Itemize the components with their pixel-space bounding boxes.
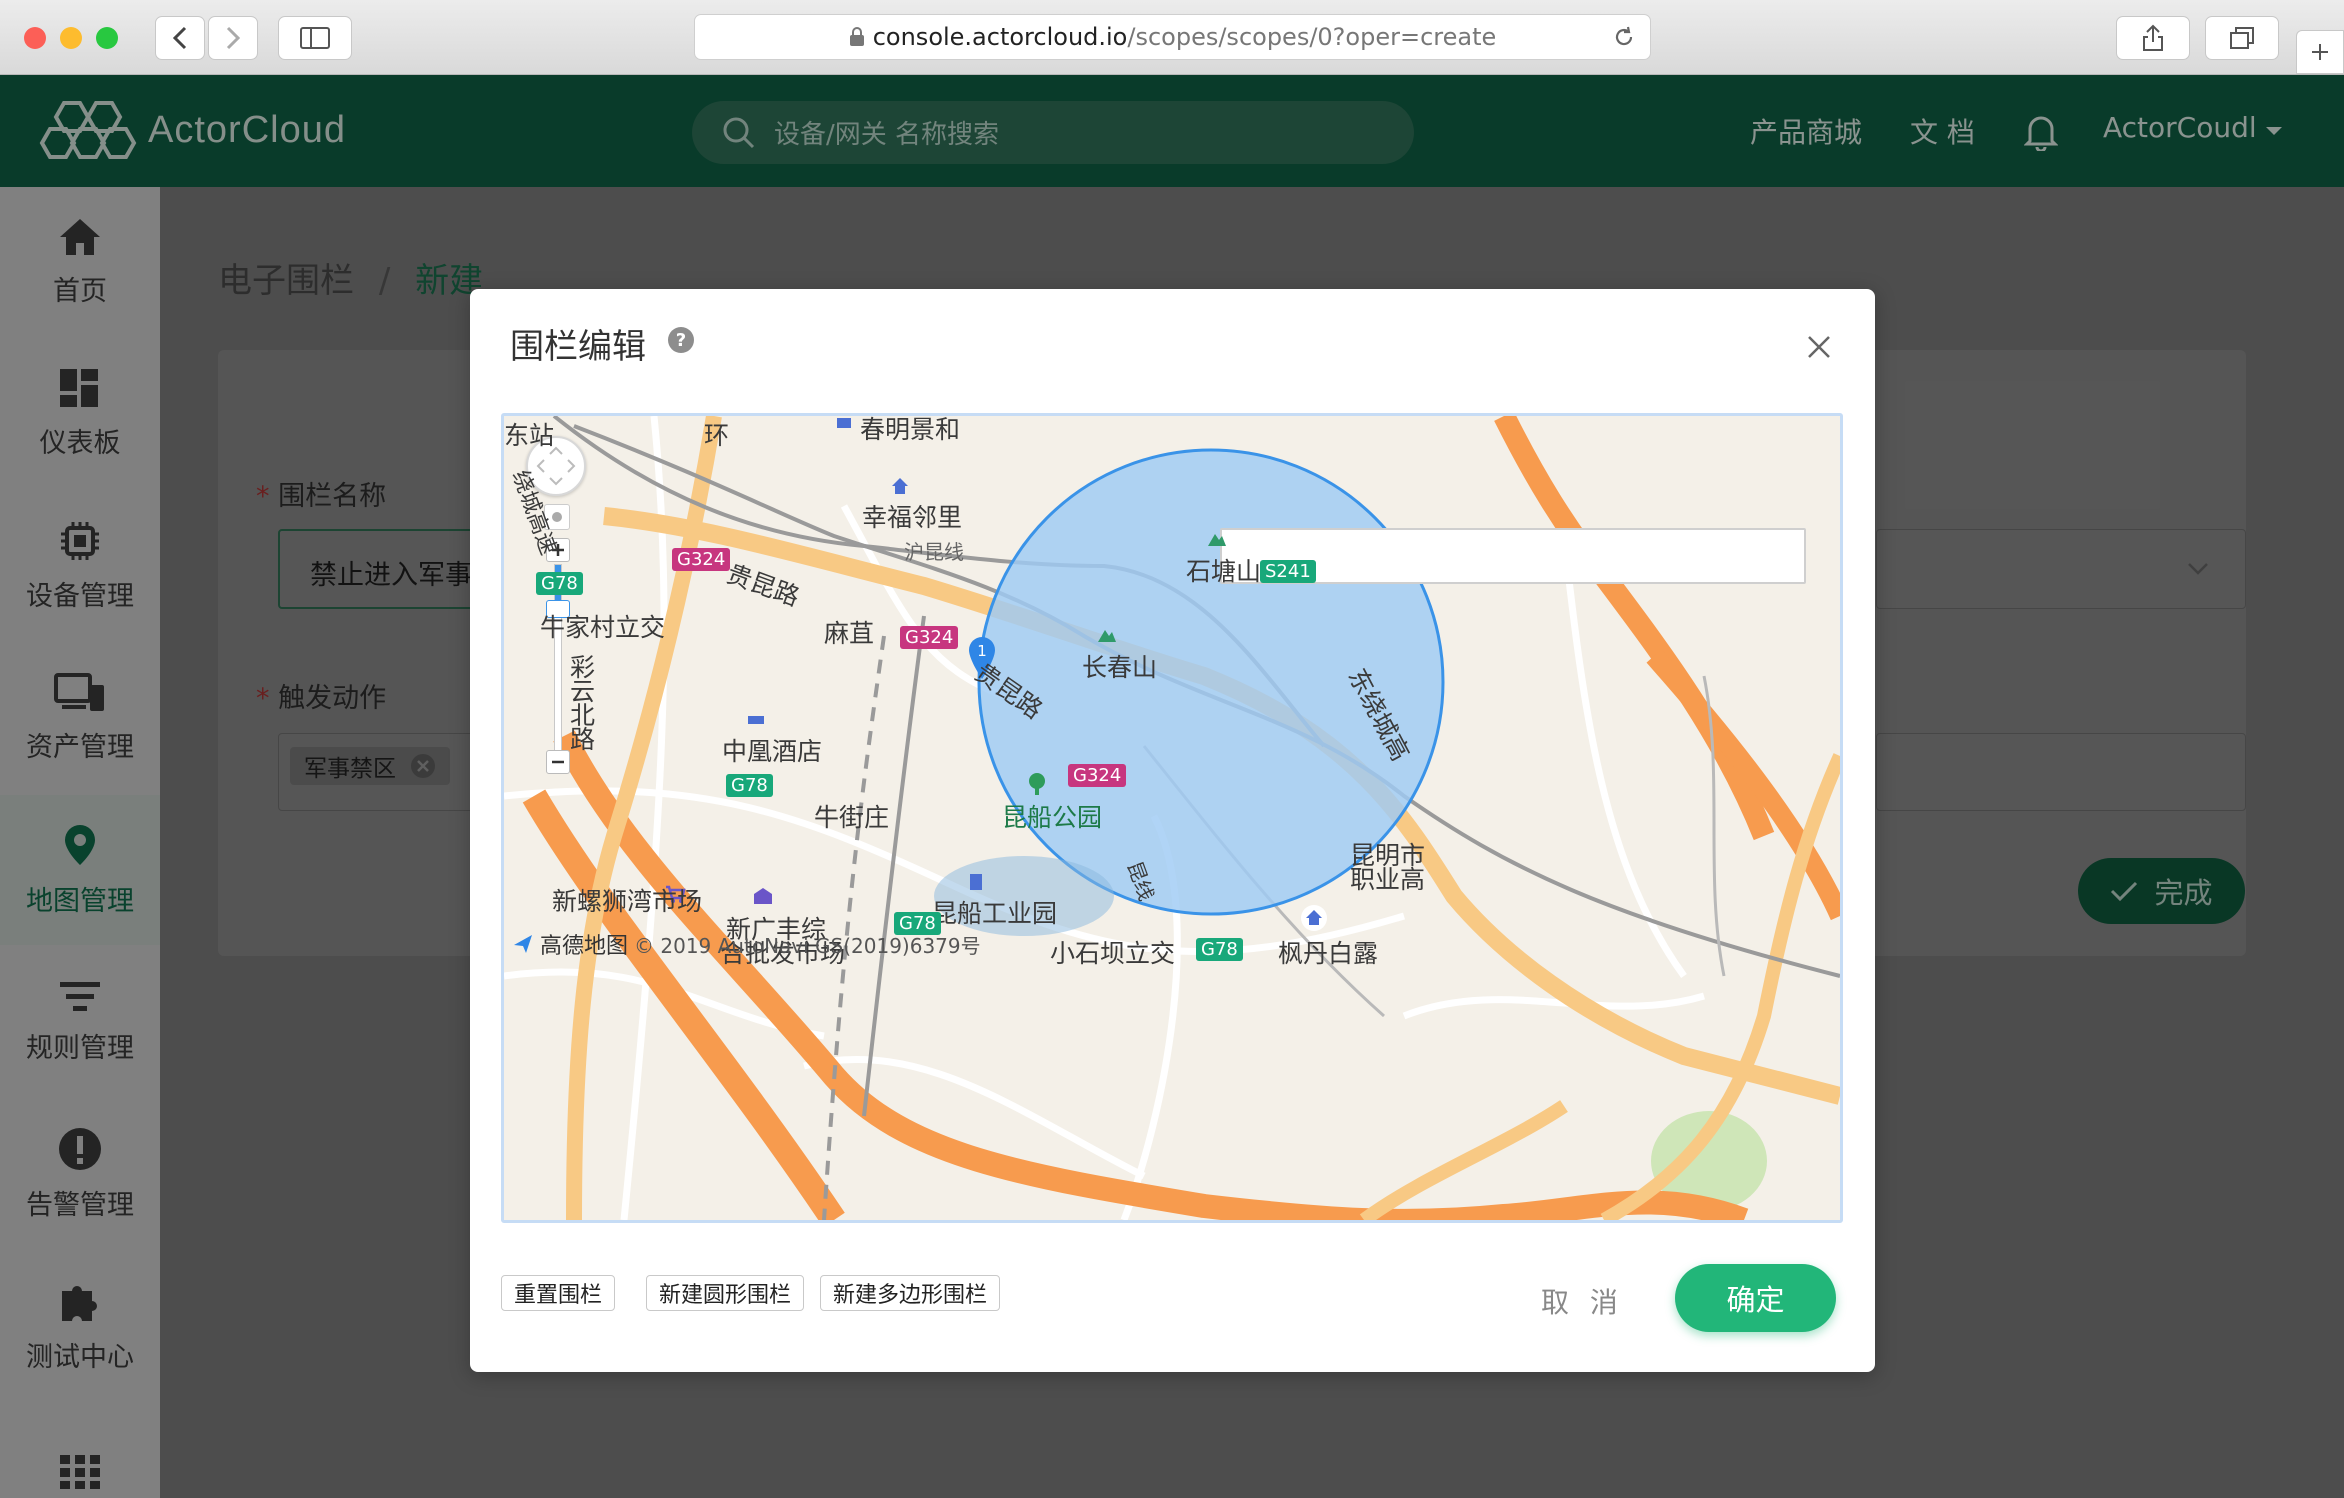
new-tab-button[interactable] [2296, 30, 2344, 74]
mountain-poi-icon [1098, 630, 1116, 642]
browser-toolbar: console.actorcloud.io/scopes/scopes/0?op… [0, 0, 2344, 75]
map-label: 麻苴 [824, 619, 875, 648]
road-shield: G324 [672, 548, 731, 571]
new-polygon-fence-button[interactable]: 新建多边形围栏 [820, 1275, 1001, 1311]
chevron-right-icon [226, 26, 240, 50]
zoom-out-button[interactable] [546, 750, 570, 774]
map-copyright: © 2019 AutoNavi GS(2019)6379号 [634, 933, 981, 958]
back-button[interactable] [155, 16, 205, 60]
lock-icon [849, 27, 864, 46]
map-label: 新螺狮湾市场 [552, 887, 703, 916]
fence-editor-dialog: 围栏编辑 ? 1 东站 环 春明景和 幸福邻里 沪昆线 贵昆路 麻苴 贵昆路 长… [470, 289, 1875, 1372]
close-icon[interactable] [1805, 333, 1833, 361]
map-label: 昆船公园 [1002, 803, 1103, 832]
forward-button[interactable] [208, 16, 258, 60]
home-poi-icon [1301, 905, 1327, 931]
map-label: 环 [704, 421, 730, 450]
close-window-button[interactable] [24, 27, 46, 49]
map-brand: 高德地图 [540, 934, 629, 959]
building-poi-icon [970, 874, 982, 890]
road-shield: G324 [1068, 764, 1127, 787]
zoom-window-button[interactable] [96, 27, 118, 49]
confirm-button[interactable]: 确定 [1675, 1264, 1836, 1332]
park-tree-icon [1029, 773, 1045, 795]
minus-icon [552, 760, 564, 764]
road-shield: S241 [1260, 560, 1316, 583]
share-icon [2143, 24, 2163, 51]
map-label: 石塘山 [1186, 557, 1262, 586]
new-circle-fence-button[interactable]: 新建圆形围栏 [646, 1275, 805, 1311]
tabs-icon [2230, 27, 2254, 49]
map-label: 中凰酒店 [722, 737, 823, 766]
map-label: 小石坝立交 [1050, 939, 1176, 968]
map-label: 职业高 [1350, 865, 1426, 894]
road-shield: G78 [1196, 938, 1243, 961]
map-label: 长春山 [1082, 653, 1158, 682]
amap-logo-icon [514, 935, 532, 953]
map-label: 春明景和 [860, 415, 961, 444]
hotel-poi-icon [748, 716, 764, 724]
sidebar-icon [300, 27, 330, 49]
help-icon[interactable]: ? [668, 327, 694, 353]
cancel-button[interactable]: 取 消 [1541, 1281, 1624, 1321]
map-view[interactable]: 1 东站 环 春明景和 幸福邻里 沪昆线 贵昆路 麻苴 贵昆路 长春山 石塘山 … [501, 413, 1843, 1223]
tabs-button[interactable] [2205, 16, 2279, 60]
address-bar[interactable]: console.actorcloud.io/scopes/scopes/0?op… [694, 14, 1651, 60]
map-label: 牛家村立交 [540, 613, 666, 642]
road-shield: G78 [536, 572, 583, 595]
share-button[interactable] [2116, 16, 2190, 60]
url-path: /scopes/scopes/0?oper=create [1127, 23, 1497, 51]
dialog-title: 围栏编辑 [510, 327, 646, 367]
road-shield: G324 [900, 626, 959, 649]
map-label: 东站 [504, 421, 555, 450]
reload-icon[interactable] [1612, 25, 1636, 49]
residential-poi-icon [892, 478, 908, 494]
reset-fence-button[interactable]: 重置围栏 [501, 1275, 616, 1311]
road-shield: G78 [726, 774, 773, 797]
market-poi-icon [754, 888, 772, 904]
residential-poi-icon [837, 418, 851, 428]
map-label: 路 [570, 725, 596, 754]
map-attribution: 高德地图 © 2019 AutoNavi GS(2019)6379号 [512, 928, 981, 960]
map-label: 牛街庄 [814, 803, 890, 832]
map-label: 幸福邻里 [862, 503, 963, 532]
map-label: 昆船工业园 [932, 899, 1058, 928]
url-host: console.actorcloud.io [872, 23, 1128, 51]
sidebar-toggle-button[interactable] [278, 16, 352, 60]
plus-icon [2312, 44, 2328, 60]
chevron-left-icon [173, 26, 187, 50]
mountain-poi-icon [1208, 534, 1226, 546]
map-label: 枫丹白露 [1278, 939, 1379, 968]
map-label: 沪昆线 [904, 540, 964, 564]
minimize-window-button[interactable] [60, 27, 82, 49]
